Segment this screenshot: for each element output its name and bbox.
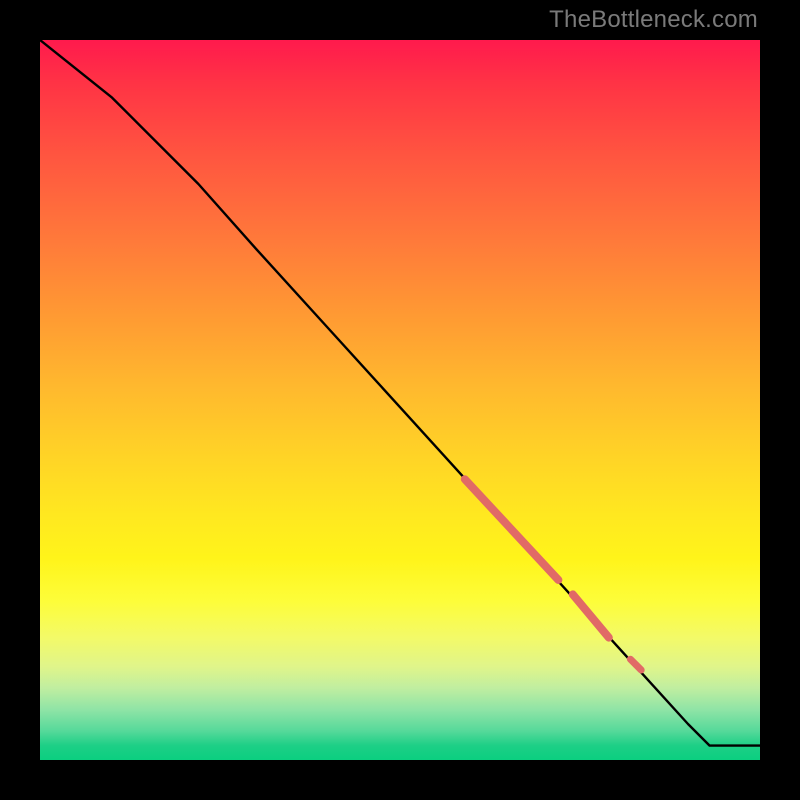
- line-curve: [40, 40, 760, 746]
- highlight-segment: [465, 479, 559, 580]
- highlight-group: [465, 479, 641, 670]
- plot-area: [40, 40, 760, 760]
- highlight-segment: [630, 659, 641, 670]
- chart-frame: TheBottleneck.com: [0, 0, 800, 800]
- highlight-segment: [573, 594, 609, 637]
- watermark-text: TheBottleneck.com: [549, 6, 758, 34]
- chart-svg: [40, 40, 760, 760]
